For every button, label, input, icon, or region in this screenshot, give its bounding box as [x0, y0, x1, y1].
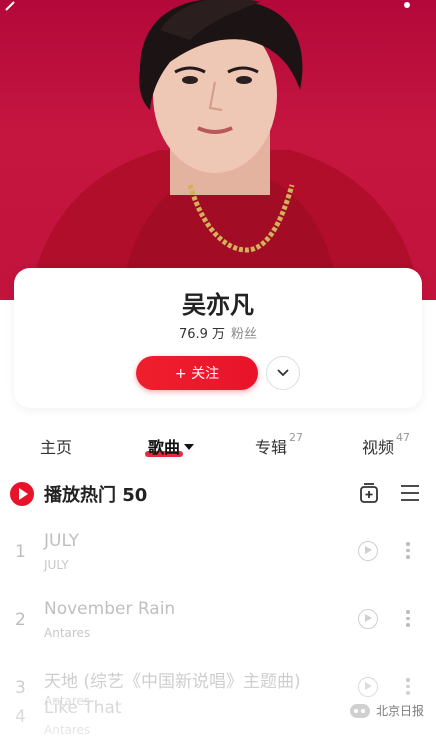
tab-home-label: 主页 [40, 438, 73, 457]
song-number: 1 [15, 542, 26, 562]
play-small-icon[interactable] [358, 609, 378, 629]
song-artist: JULY [44, 558, 69, 572]
artist-info-card: 吴亦凡 76.9 万粉丝 + 关注 [14, 268, 422, 408]
song-title: November Rain [44, 599, 176, 619]
tab-home[interactable]: 主页 [40, 434, 72, 458]
artist-name: 吴亦凡 [182, 291, 254, 319]
chevron-down-icon [277, 369, 289, 377]
play-hot-title[interactable]: 播放热门 50 [44, 481, 147, 507]
vertical-more-icon[interactable] [405, 542, 411, 560]
tab-bar: 主页 歌曲 专辑27 视频47 [0, 430, 436, 466]
tab-albums[interactable]: 专辑27 [255, 431, 304, 458]
song-row[interactable]: 1 JULY JULY [0, 530, 436, 600]
follow-button[interactable]: + 关注 [136, 356, 258, 390]
watermark: 北京日报 [350, 702, 424, 719]
wechat-icon [350, 703, 370, 718]
caret-down-icon [184, 443, 195, 450]
play-small-icon[interactable] [358, 677, 378, 697]
play-small-icon[interactable] [358, 541, 378, 561]
tab-albums-count: 27 [289, 431, 304, 444]
expand-button[interactable] [266, 356, 300, 390]
song-title: JULY [44, 531, 80, 551]
add-to-list-icon[interactable] [358, 482, 380, 504]
song-number: 3 [15, 678, 26, 698]
back-arrow-icon[interactable] [0, 0, 20, 20]
play-hot-header: 播放热门 50 [0, 478, 436, 508]
list-icon[interactable] [400, 484, 420, 502]
song-number: 4 [15, 707, 26, 727]
tab-songs[interactable]: 歌曲 [148, 434, 195, 458]
tab-videos-count: 47 [396, 431, 411, 444]
song-title: 天地 (综艺《中国新说唱》主题曲) [44, 672, 301, 692]
play-circle-icon[interactable] [10, 482, 34, 506]
song-artist: Antares [44, 626, 91, 640]
artist-hero-image [0, 0, 436, 300]
fans-label: 粉丝 [231, 327, 258, 342]
tab-videos-label: 视频 [362, 438, 395, 457]
watermark-text: 北京日报 [376, 704, 425, 718]
song-artist: Antares [44, 723, 91, 737]
fans-count-value: 76.9 万 [178, 327, 226, 342]
vertical-more-icon[interactable] [405, 678, 411, 696]
tab-videos[interactable]: 视频47 [362, 431, 411, 458]
tab-songs-label: 歌曲 [148, 438, 181, 457]
song-title: Like That [44, 698, 122, 718]
song-row[interactable]: 2 November Rain Antares [0, 598, 436, 668]
tab-albums-label: 专辑 [255, 438, 288, 457]
vertical-more-icon[interactable] [405, 610, 411, 628]
fans-count: 76.9 万粉丝 [14, 323, 422, 342]
song-number: 2 [15, 610, 26, 630]
more-dots-icon[interactable] [404, 2, 410, 8]
artist-photo-illustration [30, 0, 420, 300]
